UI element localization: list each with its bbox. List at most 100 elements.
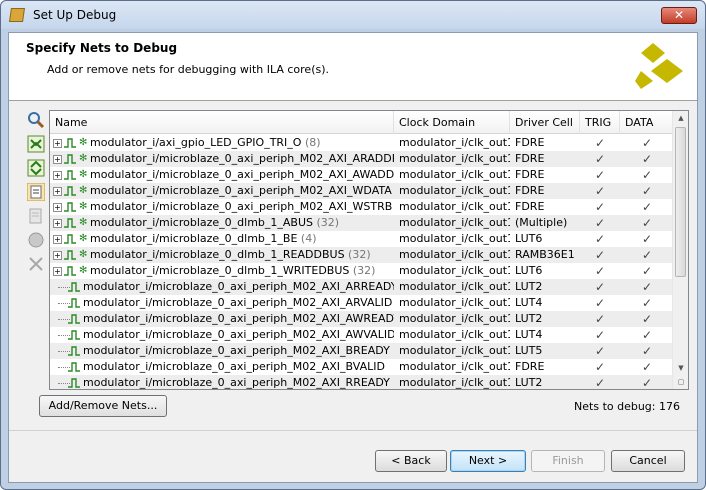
table-row[interactable]: + ✻ modulator_i/microblaze_0_axi_periph_M0… [50,167,674,183]
table-row[interactable]: + ✻ modulator_i/microblaze_0_axi_periph_M0… [50,199,674,215]
trig-checkbox[interactable]: ✓ [580,151,620,167]
data-checkbox[interactable]: ✓ [620,327,674,343]
data-checkbox[interactable]: ✓ [620,151,674,167]
expand-icon[interactable]: + [53,202,62,212]
net-name-cell[interactable]: + ✻ modulator_i/microblaze_0_dlmb_1_WRITED… [50,263,394,279]
trig-checkbox[interactable]: ✓ [580,183,620,199]
net-name-cell[interactable]: modulator_i/microblaze_0_axi_periph_M02_… [50,279,394,295]
expand-icon[interactable]: + [53,250,62,260]
collapse-all-icon[interactable] [27,135,45,153]
table-row[interactable]: modulator_i/microblaze_0_axi_periph_M02_… [50,375,674,389]
trig-checkbox[interactable]: ✓ [580,359,620,375]
data-checkbox[interactable]: ✓ [620,199,674,215]
column-clock-domain[interactable]: Clock Domain [394,111,510,134]
table-row[interactable]: + ✻ modulator_i/microblaze_0_dlmb_1_READDB… [50,247,674,263]
remove-icon[interactable] [27,255,45,273]
corner-icon[interactable]: ▢ [673,375,688,389]
net-name-cell[interactable]: + ✻ modulator_i/microblaze_0_dlmb_1_READDB… [50,247,394,263]
expand-icon[interactable]: + [53,234,62,244]
trig-checkbox[interactable]: ✓ [580,167,620,183]
scroll-thumb[interactable] [675,127,686,277]
trig-checkbox[interactable]: ✓ [580,199,620,215]
trig-checkbox[interactable]: ✓ [580,327,620,343]
trig-checkbox[interactable]: ✓ [580,135,620,151]
data-checkbox[interactable]: ✓ [620,311,674,327]
net-name-cell[interactable]: modulator_i/microblaze_0_axi_periph_M02_… [50,311,394,327]
trig-checkbox[interactable]: ✓ [580,295,620,311]
table-row[interactable]: modulator_i/microblaze_0_axi_periph_M02_… [50,279,674,295]
bus-icon: ✻ [79,185,88,196]
table-row[interactable]: + ✻ modulator_i/microblaze_0_axi_periph_M0… [50,183,674,199]
cancel-button[interactable]: Cancel [611,450,685,472]
trig-checkbox[interactable]: ✓ [580,215,620,231]
trig-checkbox[interactable]: ✓ [580,375,620,389]
table-row[interactable]: + ✻ modulator_i/microblaze_0_dlmb_1_WRITED… [50,263,674,279]
search-icon[interactable] [27,111,45,129]
data-checkbox[interactable]: ✓ [620,263,674,279]
expand-all-icon[interactable] [27,159,45,177]
data-checkbox[interactable]: ✓ [620,375,674,389]
trig-checkbox[interactable]: ✓ [580,247,620,263]
add-remove-nets-button[interactable]: Add/Remove Nets... [39,395,167,417]
column-driver-cell[interactable]: Driver Cell [510,111,580,134]
column-name[interactable]: Name [50,111,394,134]
scroll-up-icon[interactable]: ▲ [673,111,688,125]
scroll-down-icon[interactable]: ▼ [673,361,688,375]
data-checkbox[interactable]: ✓ [620,343,674,359]
data-checkbox[interactable]: ✓ [620,215,674,231]
table-row[interactable]: modulator_i/microblaze_0_axi_periph_M02_… [50,295,674,311]
net-name-cell[interactable]: modulator_i/microblaze_0_axi_periph_M02_… [50,375,394,389]
expand-icon[interactable]: + [53,218,62,228]
finish-button[interactable]: Finish [531,450,605,472]
next-button[interactable]: Next > [450,450,526,472]
disabled-icon[interactable] [27,231,45,249]
column-data[interactable]: DATA [620,111,674,134]
table-row[interactable]: modulator_i/microblaze_0_axi_periph_M02_… [50,343,674,359]
net-name-cell[interactable]: + ✻ modulator_i/microblaze_0_dlmb_1_ABUS (… [50,215,394,231]
data-checkbox[interactable]: ✓ [620,247,674,263]
data-checkbox[interactable]: ✓ [620,295,674,311]
table-row[interactable]: modulator_i/microblaze_0_axi_periph_M02_… [50,327,674,343]
trig-checkbox[interactable]: ✓ [580,231,620,247]
net-name-cell[interactable]: + ✻ modulator_i/microblaze_0_dlmb_1_BE (4) [50,231,394,247]
data-checkbox[interactable]: ✓ [620,167,674,183]
data-checkbox[interactable]: ✓ [620,183,674,199]
title-bar[interactable]: Set Up Debug ✕ [1,1,705,29]
vertical-scrollbar[interactable]: ▲ ▼ ▢ [672,111,688,389]
net-name-cell[interactable]: + ✻ modulator_i/microblaze_0_axi_periph_M0… [50,183,394,199]
driver-cell: RAMB36E1 [515,248,575,261]
table-row[interactable]: + ✻ modulator_i/axi_gpio_LED_GPIO_TRI_O (8… [50,135,674,151]
table-row[interactable]: + ✻ modulator_i/microblaze_0_axi_periph_M0… [50,151,674,167]
properties-icon[interactable] [27,207,45,225]
table-row[interactable]: + ✻ modulator_i/microblaze_0_dlmb_1_BE (4)… [50,231,674,247]
data-checkbox[interactable]: ✓ [620,135,674,151]
expand-icon[interactable]: + [53,138,62,148]
data-checkbox[interactable]: ✓ [620,279,674,295]
data-checkbox[interactable]: ✓ [620,231,674,247]
net-name-cell[interactable]: + ✻ modulator_i/microblaze_0_axi_periph_M0… [50,151,394,167]
trig-checkbox[interactable]: ✓ [580,343,620,359]
trig-checkbox[interactable]: ✓ [580,279,620,295]
data-checkbox[interactable]: ✓ [620,359,674,375]
close-button[interactable]: ✕ [661,7,697,24]
table-row[interactable]: modulator_i/microblaze_0_axi_periph_M02_… [50,359,674,375]
net-name-cell[interactable]: + ✻ modulator_i/microblaze_0_axi_periph_M0… [50,167,394,183]
trig-checkbox[interactable]: ✓ [580,311,620,327]
net-name-cell[interactable]: + ✻ modulator_i/microblaze_0_axi_periph_M0… [50,199,394,215]
net-name-cell[interactable]: modulator_i/microblaze_0_axi_periph_M02_… [50,343,394,359]
trig-checkbox[interactable]: ✓ [580,263,620,279]
net-name-text: modulator_i/microblaze_0_axi_periph_M02_… [90,184,394,197]
net-name-cell[interactable]: modulator_i/microblaze_0_axi_periph_M02_… [50,359,394,375]
table-row[interactable]: + ✻ modulator_i/microblaze_0_dlmb_1_ABUS (… [50,215,674,231]
select-icon[interactable] [26,182,46,202]
net-name-cell[interactable]: modulator_i/microblaze_0_axi_periph_M02_… [50,295,394,311]
back-button[interactable]: < Back [375,450,447,472]
expand-icon[interactable]: + [53,186,62,196]
expand-icon[interactable]: + [53,154,62,164]
column-trig[interactable]: TRIG [580,111,620,134]
expand-icon[interactable]: + [53,170,62,180]
expand-icon[interactable]: + [53,266,62,276]
net-name-cell[interactable]: modulator_i/microblaze_0_axi_periph_M02_… [50,327,394,343]
table-row[interactable]: modulator_i/microblaze_0_axi_periph_M02_… [50,311,674,327]
net-name-cell[interactable]: + ✻ modulator_i/axi_gpio_LED_GPIO_TRI_O (8… [50,135,394,151]
